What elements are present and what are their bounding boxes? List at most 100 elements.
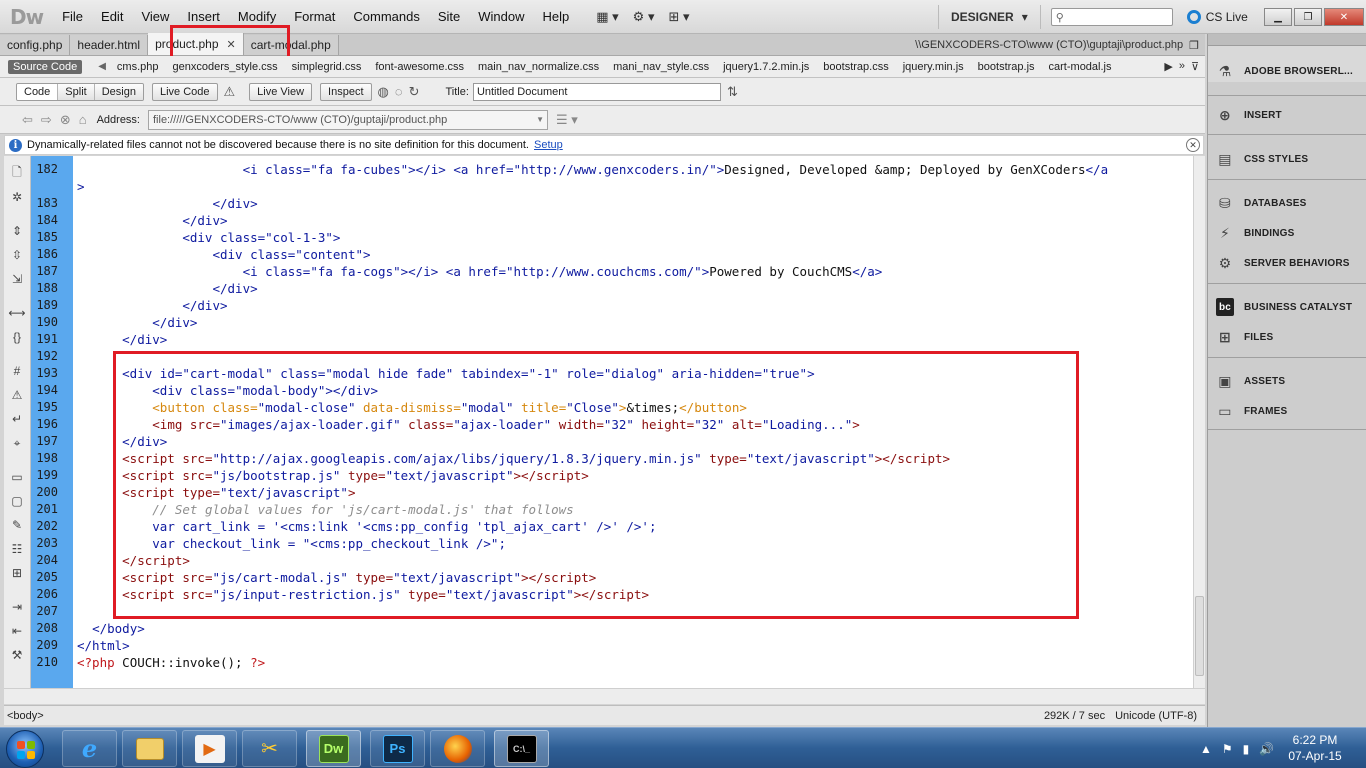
vertical-scrollbar[interactable]	[1193, 156, 1205, 688]
menu-window[interactable]: Window	[469, 9, 533, 24]
wrap-tag-icon[interactable]: ✎	[8, 516, 26, 534]
menu-edit[interactable]: Edit	[92, 9, 132, 24]
format-source-icon[interactable]: ⚒	[8, 646, 26, 664]
panel-grip[interactable]	[1208, 34, 1366, 46]
menu-modify[interactable]: Modify	[229, 9, 285, 24]
tab-header-html[interactable]: header.html	[70, 35, 149, 55]
flag-alert-icon[interactable]: ⚑	[1222, 742, 1233, 756]
related-file[interactable]: mani_nav_style.css	[606, 61, 716, 73]
apply-comment-icon[interactable]: ▭	[8, 468, 26, 486]
gear-icon[interactable]: ⚙ ▾	[633, 9, 655, 25]
site-map-icon[interactable]: ⊞ ▾	[668, 9, 689, 25]
balance-braces-icon[interactable]: {}	[8, 328, 26, 346]
expand-all-icon[interactable]: ⇲	[8, 270, 26, 288]
menu-view[interactable]: View	[132, 9, 178, 24]
restore-doc-icon[interactable]: ❐	[1189, 39, 1199, 52]
code-view-button[interactable]: Code	[17, 83, 59, 100]
live-code-button[interactable]: Live Code	[151, 82, 218, 101]
document-title-input[interactable]: Untitled Document	[472, 82, 721, 101]
show-hidden-icons-icon[interactable]: ▲	[1200, 742, 1212, 756]
indent-icon[interactable]: ⇥	[8, 598, 26, 616]
menu-help[interactable]: Help	[534, 9, 579, 24]
remove-comment-icon[interactable]: ▢	[8, 492, 26, 510]
related-file[interactable]: cart-modal.js	[1042, 61, 1119, 73]
panel-server-behaviors[interactable]: ⚙ SERVER BEHAVIORS	[1216, 254, 1350, 272]
panel-frames[interactable]: ▭ FRAMES	[1216, 402, 1287, 420]
scroll-left-icon[interactable]: ◀	[94, 61, 110, 72]
layout-icon[interactable]: ▦ ▾	[596, 9, 618, 25]
check-compat-icon[interactable]: ⚠	[224, 84, 236, 100]
inspect-button[interactable]: Inspect	[320, 82, 372, 101]
taskbar-internet-explorer[interactable]: e	[62, 730, 117, 767]
maximize-button[interactable]: ❐	[1294, 8, 1322, 26]
taskbar-dreamweaver[interactable]: Dw	[306, 730, 361, 767]
tag-selector[interactable]: <body>	[7, 710, 44, 722]
related-file[interactable]: font-awesome.css	[368, 61, 471, 73]
visual-aids-icon[interactable]: ◌	[395, 84, 403, 99]
related-file[interactable]: jquery.min.js	[896, 61, 971, 73]
taskbar-tools[interactable]: ✂	[242, 730, 297, 767]
globe-icon[interactable]: ◍	[378, 84, 389, 100]
related-file[interactable]: simplegrid.css	[285, 61, 369, 73]
panel-browserlab[interactable]: ⚗ ADOBE BROWSERL...	[1216, 62, 1353, 80]
close-button[interactable]: ✕	[1324, 8, 1364, 26]
related-file[interactable]: jquery1.7.2.min.js	[716, 61, 816, 73]
taskbar-firefox[interactable]	[430, 730, 485, 767]
taskbar-photoshop[interactable]: Ps	[370, 730, 425, 767]
panel-assets[interactable]: ▣ ASSETS	[1216, 372, 1285, 390]
menu-format[interactable]: Format	[285, 9, 344, 24]
panel-bindings[interactable]: ⚡ BINDINGS	[1216, 224, 1295, 242]
taskbar-media-player[interactable]: ▶	[182, 730, 237, 767]
show-code-navigator-icon[interactable]: ✲	[8, 188, 26, 206]
taskbar-windows-explorer[interactable]	[122, 730, 177, 767]
filter-icon[interactable]: ⊽	[1191, 60, 1199, 73]
menu-commands[interactable]: Commands	[344, 9, 428, 24]
menu-site[interactable]: Site	[429, 9, 469, 24]
collapse-tag-icon[interactable]: ⇕	[8, 222, 26, 240]
related-file[interactable]: genxcoders_style.css	[166, 61, 285, 73]
home-icon[interactable]: ⌂	[79, 112, 87, 127]
network-icon[interactable]: ▮	[1243, 742, 1250, 756]
move-css-icon[interactable]: ⊞	[8, 564, 26, 582]
close-info-icon[interactable]: ✕	[1186, 138, 1200, 152]
design-view-button[interactable]: Design	[94, 83, 143, 100]
panel-insert[interactable]: ⊕ INSERT	[1216, 106, 1282, 124]
menu-file[interactable]: File	[53, 9, 92, 24]
recent-snippets-icon[interactable]: ☷	[8, 540, 26, 558]
open-documents-icon[interactable]: 🗋	[8, 164, 26, 182]
related-file[interactable]: bootstrap.css	[816, 61, 895, 73]
syntax-error-icon[interactable]: ⌖	[8, 434, 26, 452]
horizontal-scrollbar[interactable]	[4, 688, 1205, 704]
start-button[interactable]	[6, 730, 44, 768]
related-file[interactable]: bootstrap.js	[971, 61, 1042, 73]
split-view-button[interactable]: Split	[58, 83, 95, 100]
more-files-icon[interactable]: »	[1179, 60, 1185, 73]
address-input[interactable]: file://///GENXCODERS-CTO/www (CTO)/gupta…	[148, 109, 548, 130]
taskbar-command-prompt[interactable]: C:\_	[494, 730, 549, 767]
related-file[interactable]: main_nav_normalize.css	[471, 61, 606, 73]
tab-config-php[interactable]: config.php	[0, 35, 71, 55]
select-parent-tag-icon[interactable]: ⟷	[8, 304, 26, 322]
panel-css-styles[interactable]: ▤ CSS STYLES	[1216, 150, 1308, 168]
refresh-icon[interactable]: ↻	[409, 84, 420, 100]
system-clock[interactable]: 6:22 PM 07-Apr-15	[1280, 732, 1350, 764]
setup-link[interactable]: Setup	[534, 139, 563, 151]
live-view-button[interactable]: Live View	[249, 82, 313, 101]
minimize-button[interactable]: ▁	[1264, 8, 1292, 26]
scroll-right-icon[interactable]: ▶	[1164, 60, 1172, 73]
file-management-icon[interactable]: ⇅	[727, 84, 738, 100]
browse-options-icon[interactable]: ☰ ▾	[556, 112, 578, 128]
help-search-input[interactable]: ⚲	[1050, 8, 1173, 26]
highlight-invalid-icon[interactable]: ⚠	[8, 386, 26, 404]
cs-live-button[interactable]: CS Live	[1186, 10, 1248, 24]
word-wrap-icon[interactable]: ↵	[8, 410, 26, 428]
line-numbers-icon[interactable]: #	[8, 362, 26, 380]
related-file[interactable]: cms.php	[110, 61, 166, 73]
panel-databases[interactable]: ⛁ DATABASES	[1216, 194, 1307, 212]
source-code-button[interactable]: Source Code	[8, 59, 83, 74]
volume-icon[interactable]: 🔊	[1259, 742, 1274, 756]
stop-icon[interactable]: ⊗	[60, 112, 71, 128]
chevron-down-icon[interactable]: ▼	[536, 115, 544, 124]
scrollbar-thumb[interactable]	[1195, 596, 1204, 676]
forward-icon[interactable]: ⇨	[41, 112, 52, 128]
